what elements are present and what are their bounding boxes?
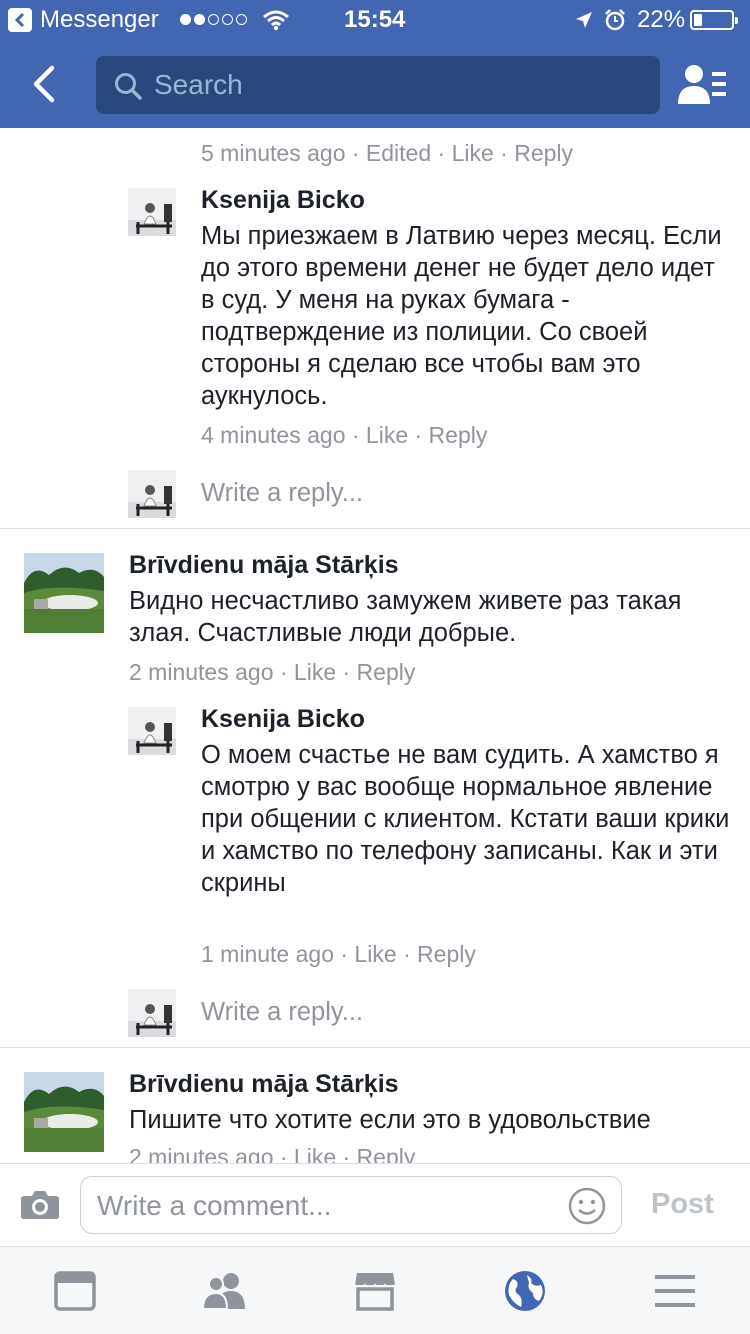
comments-feed[interactable]: 5 minutes ago · Edited · Like · Reply Ks… [0,128,750,1163]
battery-percent: 22% [637,6,686,33]
status-bar: Messenger 15:54 22% [0,0,750,40]
comment-meta[interactable]: 1 minute ago · Like · Reply [201,941,476,968]
comment-author[interactable]: Ksenija Bicko [201,186,365,215]
back-chevron-icon[interactable] [26,64,66,104]
avatar[interactable] [24,553,104,633]
friend-requests-icon[interactable] [678,64,728,106]
notifications-globe-icon[interactable] [503,1269,547,1313]
search-placeholder: Search [154,69,243,100]
divider [0,1047,750,1048]
comment-meta[interactable]: 2 minutes ago · Like · Reply [129,1144,415,1163]
comment-text: О моем счастье не вам судить. А хамство … [201,741,730,897]
top-bar: Messenger 15:54 22% Search [0,0,750,128]
friends-icon[interactable] [203,1269,247,1313]
tab-bar [0,1246,750,1334]
comment-composer: Write a comment... Post [0,1163,750,1246]
search-icon [115,73,142,100]
back-to-app-icon[interactable] [8,8,32,32]
search-input[interactable]: Search [96,56,660,114]
avatar [128,989,176,1037]
comment-text: Видно несчастливо замужем живете раз так… [129,587,682,647]
divider [0,528,750,529]
marketplace-icon[interactable] [353,1269,397,1313]
avatar[interactable] [128,188,176,236]
comment-author[interactable]: Brīvdienu māja Stārķis [129,551,399,580]
battery-icon [690,10,738,30]
location-arrow-icon [576,12,592,28]
comment-text: Мы приезжаем в Латвию через месяц. Если … [201,222,722,410]
comment-author[interactable]: Ksenija Bicko [201,705,365,734]
write-reply-input[interactable]: Write a reply... [201,479,363,508]
write-reply-input[interactable]: Write a reply... [201,998,363,1027]
comment-meta[interactable]: 4 minutes ago · Like · Reply [201,422,487,449]
comment-meta[interactable]: 2 minutes ago · Like · Reply [129,659,415,686]
carrier-label[interactable]: Messenger [40,6,159,34]
comment-placeholder: Write a comment... [97,1190,332,1221]
menu-icon[interactable] [653,1269,697,1313]
comment-meta[interactable]: 5 minutes ago · Edited · Like · Reply [201,140,573,167]
comment-text: Пишите что хотите если это в удовольстви… [129,1106,651,1134]
signal-strength-icon [180,14,247,25]
post-button[interactable]: Post [651,1188,714,1221]
avatar[interactable] [128,707,176,755]
clock: 15:54 [344,6,406,33]
news-feed-icon[interactable] [53,1269,97,1313]
comment-author[interactable]: Brīvdienu māja Stārķis [129,1070,399,1099]
avatar[interactable] [24,1072,104,1152]
wifi-icon [263,10,289,31]
avatar [128,470,176,518]
smiley-icon[interactable] [567,1186,607,1226]
camera-icon[interactable] [20,1188,60,1220]
alarm-icon [605,9,625,31]
comment-input[interactable]: Write a comment... [80,1176,622,1234]
